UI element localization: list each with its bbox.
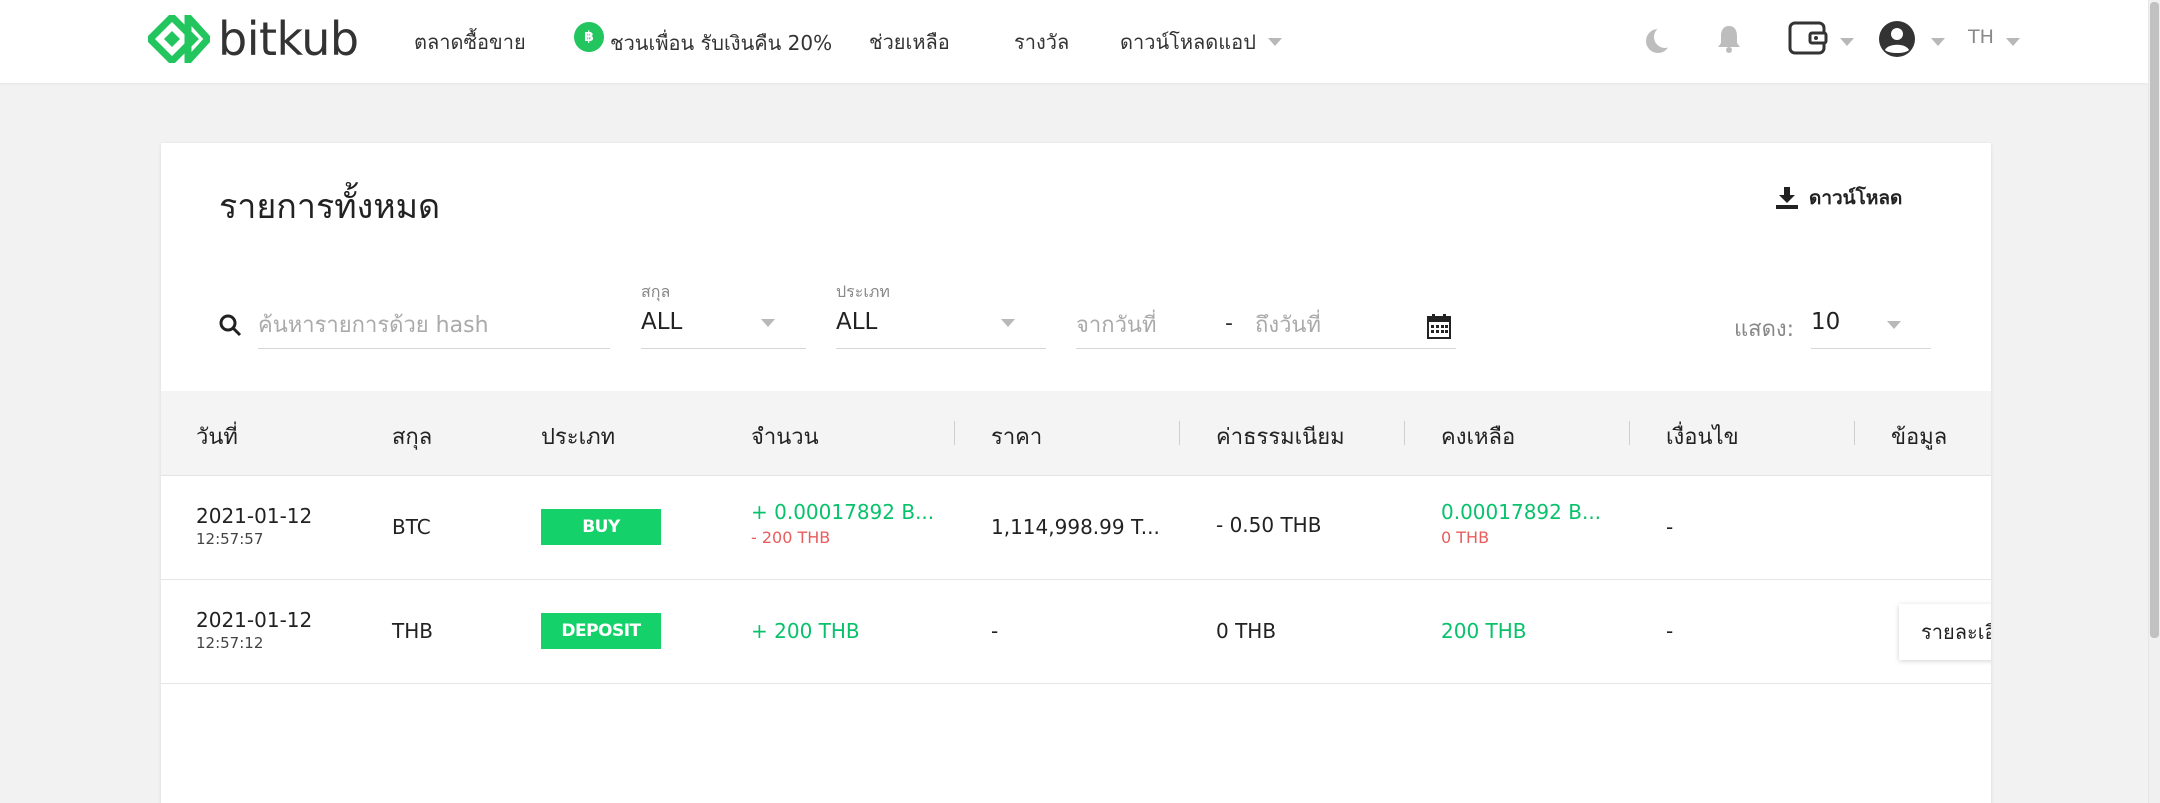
row-balance-sub: 0 THB — [1441, 528, 1490, 547]
page-size-underline — [1811, 348, 1931, 349]
account-chevron-down-icon[interactable] — [1931, 38, 1945, 46]
column-divider — [1629, 421, 1630, 445]
type-badge: DEPOSIT — [541, 613, 661, 649]
account-icon[interactable] — [1878, 20, 1916, 62]
column-header-info[interactable]: ข้อมูล — [1891, 419, 1947, 454]
row-fee: - 0.50 THB — [1216, 513, 1322, 537]
date-cell: 2021-01-12 12:57:12 — [196, 608, 312, 652]
column-header-currency[interactable]: สกุล — [392, 419, 432, 454]
row-date: 2021-01-12 — [196, 504, 313, 528]
column-header-price[interactable]: ราคา — [991, 419, 1042, 454]
row-amount: + 200 THB — [751, 619, 860, 643]
moon-icon[interactable] — [1644, 26, 1676, 60]
nav-market[interactable]: ตลาดซื้อขาย — [414, 28, 526, 56]
logo-text: bitkub — [218, 12, 359, 66]
currency-underline — [641, 348, 806, 349]
search-icon — [218, 313, 242, 341]
column-header-fee[interactable]: ค่าธรรมเนียม — [1216, 419, 1345, 454]
scrollbar-thumb[interactable] — [2150, 2, 2159, 638]
date-cell: 2021-01-12 12:57:57 — [196, 504, 312, 548]
row-condition: - — [1666, 619, 1674, 643]
type-badge-label: DEPOSIT — [541, 613, 661, 649]
language-chevron-down-icon[interactable] — [2006, 38, 2020, 46]
details-button[interactable]: รายละเอียด — [1899, 604, 1991, 660]
row-price: 1,114,998.99 T... — [991, 515, 1160, 539]
type-badge: BUY — [541, 509, 661, 545]
currency-chevron-down-icon[interactable] — [761, 319, 775, 327]
row-balance: 200 THB — [1441, 619, 1527, 643]
type-select[interactable]: ALL — [836, 309, 877, 335]
date-to-input[interactable] — [1255, 309, 1405, 341]
amount-cell: + 0.00017892 B... - 200 THB — [751, 500, 934, 547]
column-divider — [1404, 421, 1405, 445]
nav-referral[interactable]: ฿ ชวนเพื่อน รับเงินคืน 20% — [574, 22, 833, 58]
column-header-condition[interactable]: เงื่อนไข — [1666, 419, 1739, 454]
page-size-chevron-down-icon[interactable] — [1887, 321, 1901, 329]
type-chevron-down-icon[interactable] — [1001, 319, 1015, 327]
transactions-card: รายการทั้งหมด ดาวน์โหลด สกุล ALL ประเภท … — [161, 143, 1991, 803]
row-time: 12:57:12 — [196, 634, 264, 652]
chevron-down-icon[interactable] — [1268, 38, 1282, 46]
column-header-date[interactable]: วันที่ — [196, 419, 238, 454]
download-button[interactable]: ดาวน์โหลด — [1775, 183, 1902, 213]
column-header-balance[interactable]: คงเหลือ — [1441, 419, 1515, 454]
wallet-icon[interactable] — [1788, 20, 1828, 60]
row-condition: - — [1666, 515, 1674, 539]
calendar-icon[interactable] — [1427, 313, 1451, 343]
type-label: ประเภท — [836, 282, 890, 301]
balance-cell: 0.00017892 B... 0 THB — [1441, 500, 1601, 547]
row-price: - — [991, 619, 999, 643]
column-header-amount[interactable]: จำนวน — [751, 419, 819, 454]
row-date: 2021-01-12 — [196, 608, 313, 632]
table-row: 2021-01-12 12:57:12 THB DEPOSIT + 200 TH… — [161, 580, 1991, 684]
page-size-label: แสดง: — [1734, 317, 1795, 342]
table-header: วันที่ สกุล ประเภท จำนวน ราคา ค่าธรรมเนี… — [161, 391, 1991, 476]
row-currency: BTC — [392, 515, 431, 539]
coin-icon: ฿ — [574, 22, 604, 52]
language-selector[interactable]: TH — [1968, 26, 1994, 48]
download-icon — [1776, 187, 1798, 209]
column-divider — [1179, 421, 1180, 445]
table-row: 2021-01-12 12:57:57 BTC BUY + 0.00017892… — [161, 476, 1991, 580]
search-input[interactable] — [258, 309, 608, 341]
row-fee: 0 THB — [1216, 619, 1277, 643]
column-divider — [954, 421, 955, 445]
row-balance: 0.00017892 B... — [1441, 500, 1602, 524]
type-badge-label: BUY — [541, 509, 661, 545]
bitkub-logo-icon — [148, 15, 210, 63]
row-time: 12:57:57 — [196, 530, 264, 548]
type-underline — [836, 348, 1046, 349]
column-divider — [1854, 421, 1855, 445]
search-underline — [258, 348, 610, 349]
bell-icon[interactable] — [1716, 24, 1742, 58]
download-label: ดาวน์โหลด — [1809, 187, 1903, 209]
bitkub-logo[interactable]: bitkub — [148, 14, 359, 64]
row-amount: + 0.00017892 B... — [751, 500, 935, 524]
row-amount-sub: - 200 THB — [751, 528, 831, 547]
date-range-underline — [1076, 348, 1456, 349]
date-separator: - — [1225, 311, 1233, 336]
nav-help[interactable]: ช่วยเหลือ — [869, 28, 950, 56]
column-header-type[interactable]: ประเภท — [541, 419, 615, 454]
wallet-chevron-down-icon[interactable] — [1840, 38, 1854, 46]
top-navbar: bitkub ตลาดซื้อขาย ฿ ชวนเพื่อน รับเงินคื… — [0, 0, 2148, 83]
currency-select[interactable]: ALL — [641, 309, 682, 335]
date-from-input[interactable] — [1076, 309, 1226, 341]
nav-referral-label: ชวนเพื่อน รับเงินคืน 20% — [610, 31, 833, 55]
page-title: รายการทั้งหมด — [219, 187, 441, 227]
currency-label: สกุล — [641, 282, 671, 301]
row-currency: THB — [392, 619, 433, 643]
page-size-select[interactable]: 10 — [1811, 309, 1840, 335]
nav-rewards[interactable]: รางวัล — [1014, 28, 1069, 56]
nav-download-app[interactable]: ดาวน์โหลดแอป — [1120, 28, 1256, 56]
